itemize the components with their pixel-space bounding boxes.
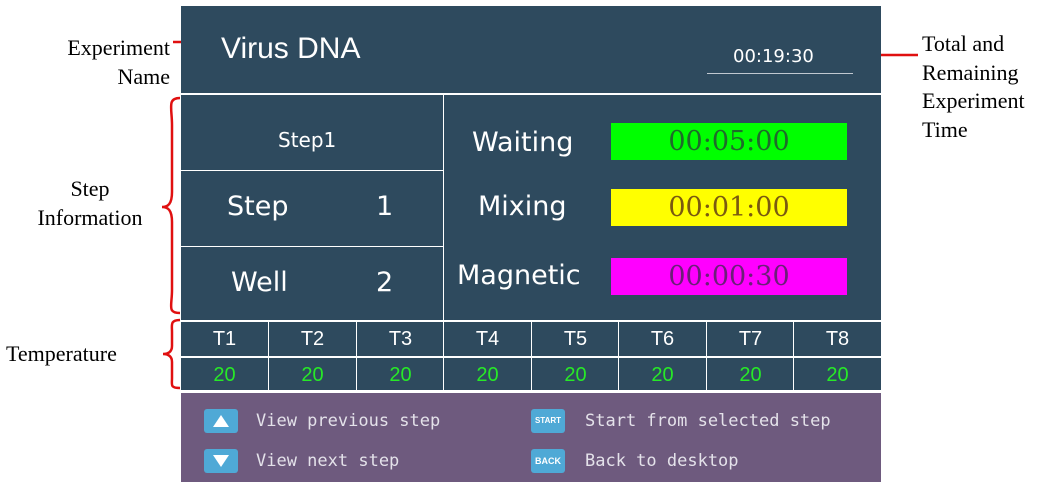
step-title: Step1 (278, 128, 337, 152)
temp-header: T2 (300, 328, 325, 350)
footer-bar: View previous step View next step START … (181, 393, 881, 482)
mixing-time: 00:01:00 (611, 189, 847, 226)
back-icon: BACK (535, 456, 561, 466)
triangle-down-icon (213, 455, 229, 467)
temp-header: T4 (475, 328, 500, 350)
temp-header: T8 (825, 328, 850, 350)
magnetic-label: Magnetic (457, 260, 581, 291)
magnetic-time: 00:00:30 (611, 258, 847, 295)
temp-header: T6 (650, 328, 675, 350)
view-next-step-label: View next step (256, 451, 400, 471)
temp-value: 20 (739, 364, 762, 386)
back-to-desktop-label: Back to desktop (585, 451, 739, 471)
step-info-divider-2 (181, 246, 443, 247)
view-previous-step-label: View previous step (256, 411, 441, 431)
waiting-label: Waiting (472, 127, 574, 158)
device-screen: Virus DNA 00:19:30 Step1 Step 1 Well 2 W… (181, 6, 881, 482)
start-button[interactable]: START (531, 409, 565, 433)
waiting-time: 00:05:00 (611, 123, 847, 160)
temp-header: T5 (563, 328, 588, 350)
temp-header: T7 (738, 328, 763, 350)
step-label: Step (227, 191, 289, 222)
back-button[interactable]: BACK (531, 449, 565, 473)
temp-value: 20 (826, 364, 849, 386)
well-value: 2 (376, 267, 394, 298)
temp-header: T3 (388, 328, 413, 350)
temp-value: 20 (476, 364, 499, 386)
experiment-name: Virus DNA (221, 32, 361, 65)
brace-step-information (161, 96, 181, 315)
temp-value: 20 (564, 364, 587, 386)
view-previous-step-button[interactable] (204, 409, 238, 433)
temp-value: 20 (213, 364, 236, 386)
temp-value: 20 (301, 364, 324, 386)
time-underline (707, 73, 853, 74)
temp-value: 20 (651, 364, 674, 386)
temp-header: T1 (212, 328, 237, 350)
experiment-time: 00:19:30 (733, 46, 814, 67)
start-icon: START (534, 416, 562, 425)
well-label: Well (231, 267, 288, 298)
brace-temperature (162, 318, 181, 390)
view-next-step-button[interactable] (204, 449, 238, 473)
temp-value: 20 (389, 364, 412, 386)
start-from-selected-step-label: Start from selected step (585, 411, 831, 431)
panel-divider (443, 95, 444, 320)
step-value: 1 (376, 191, 394, 222)
step-info-divider-1 (181, 170, 443, 171)
mixing-label: Mixing (478, 191, 567, 222)
triangle-up-icon (213, 415, 229, 427)
header-divider (181, 93, 881, 95)
